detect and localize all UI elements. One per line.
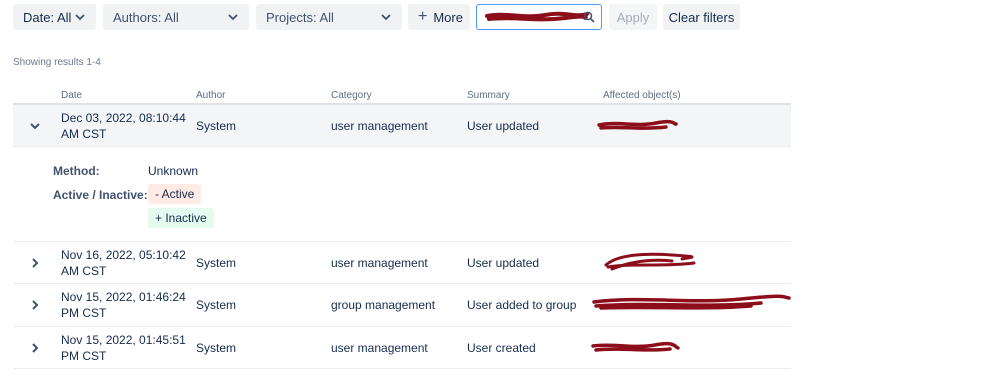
row-author: System xyxy=(196,256,237,270)
row-date-line2: PM CST xyxy=(61,349,107,363)
added-value-lozenge: + Inactive xyxy=(148,208,214,228)
results-count: Showing results 1-4 xyxy=(13,57,101,68)
clear-filters-button[interactable]: Clear filters xyxy=(663,4,740,30)
redaction-scribble xyxy=(604,252,696,271)
redaction-scribble xyxy=(597,119,678,130)
audit-log-table: Date Author Category Summary Affected ob… xyxy=(13,87,791,369)
more-filters-button[interactable]: + More xyxy=(408,4,470,30)
column-header-summary[interactable]: Summary xyxy=(467,90,510,101)
column-header-affected-objects: Affected object(s) xyxy=(603,90,681,101)
method-value: Unknown xyxy=(148,164,199,178)
authors-filter-dropdown[interactable]: Authors: All xyxy=(103,4,249,30)
table-header: Date Author Category Summary Affected ob… xyxy=(13,87,791,105)
removed-value-lozenge: - Active xyxy=(148,184,202,204)
plus-icon: + xyxy=(418,8,428,25)
row-date-line1: Nov 16, 2022, 05:10:42 xyxy=(61,248,186,262)
row-date-line2: AM CST xyxy=(61,264,107,278)
redaction-scribble xyxy=(591,341,680,352)
date-filter-label: Date: All xyxy=(23,9,72,25)
row-date: Nov 15, 2022, 01:46:24 PM CST xyxy=(61,289,186,321)
column-header-category[interactable]: Category xyxy=(331,90,372,101)
apply-button[interactable]: Apply xyxy=(609,4,657,30)
method-label: Method: xyxy=(53,164,100,178)
column-header-date[interactable]: Date xyxy=(61,90,82,101)
row-date-line1: Dec 03, 2022, 08:10:44 xyxy=(61,111,186,125)
row-details-panel: Method: Unknown Active / Inactive: - Act… xyxy=(13,147,791,242)
search-input[interactable] xyxy=(476,4,602,30)
table-row[interactable]: Nov 15, 2022, 01:46:24 PM CST System gro… xyxy=(13,284,791,327)
table-row[interactable]: Dec 03, 2022, 08:10:44 AM CST System use… xyxy=(13,105,791,147)
row-category: user management xyxy=(331,256,428,270)
chevron-right-icon[interactable] xyxy=(29,342,41,354)
row-author: System xyxy=(196,298,237,312)
row-summary: User updated xyxy=(467,256,540,270)
row-summary: User added to group xyxy=(467,298,577,312)
chevron-right-icon[interactable] xyxy=(29,299,41,311)
active-inactive-label: Active / Inactive: xyxy=(53,188,148,202)
row-date: Dec 03, 2022, 08:10:44 AM CST xyxy=(61,110,186,142)
date-filter-dropdown[interactable]: Date: All xyxy=(13,4,96,30)
more-filters-label: More xyxy=(433,9,463,25)
row-category: group management xyxy=(331,298,436,312)
row-date: Nov 16, 2022, 05:10:42 AM CST xyxy=(61,247,186,279)
row-date-line1: Nov 15, 2022, 01:46:24 xyxy=(61,290,186,304)
column-header-author[interactable]: Author xyxy=(196,90,225,101)
table-row[interactable]: Nov 16, 2022, 05:10:42 AM CST System use… xyxy=(13,242,791,284)
clear-filters-label: Clear filters xyxy=(668,9,735,25)
row-summary: User created xyxy=(467,341,536,355)
chevron-down-icon xyxy=(75,14,85,21)
row-summary: User updated xyxy=(467,119,540,133)
row-date-line2: PM CST xyxy=(61,306,107,320)
redaction-scribble xyxy=(592,294,791,310)
row-date-line2: AM CST xyxy=(61,127,107,141)
chevron-down-icon xyxy=(228,14,238,21)
projects-filter-label: Projects: All xyxy=(266,9,334,25)
projects-filter-dropdown[interactable]: Projects: All xyxy=(256,4,402,30)
authors-filter-label: Authors: All xyxy=(113,9,179,25)
row-date-line1: Nov 15, 2022, 01:45:51 xyxy=(61,333,186,347)
search-icon[interactable] xyxy=(583,11,595,23)
row-author: System xyxy=(196,341,237,355)
row-category: user management xyxy=(331,341,428,355)
apply-label: Apply xyxy=(616,9,650,25)
row-category: user management xyxy=(331,119,428,133)
row-author: System xyxy=(196,119,237,133)
chevron-right-icon[interactable] xyxy=(29,257,41,269)
chevron-down-icon xyxy=(381,14,391,21)
redaction-scribble xyxy=(485,11,589,22)
row-date: Nov 15, 2022, 01:45:51 PM CST xyxy=(61,332,186,364)
chevron-down-icon[interactable] xyxy=(29,120,41,132)
table-row[interactable]: Nov 15, 2022, 01:45:51 PM CST System use… xyxy=(13,327,791,369)
